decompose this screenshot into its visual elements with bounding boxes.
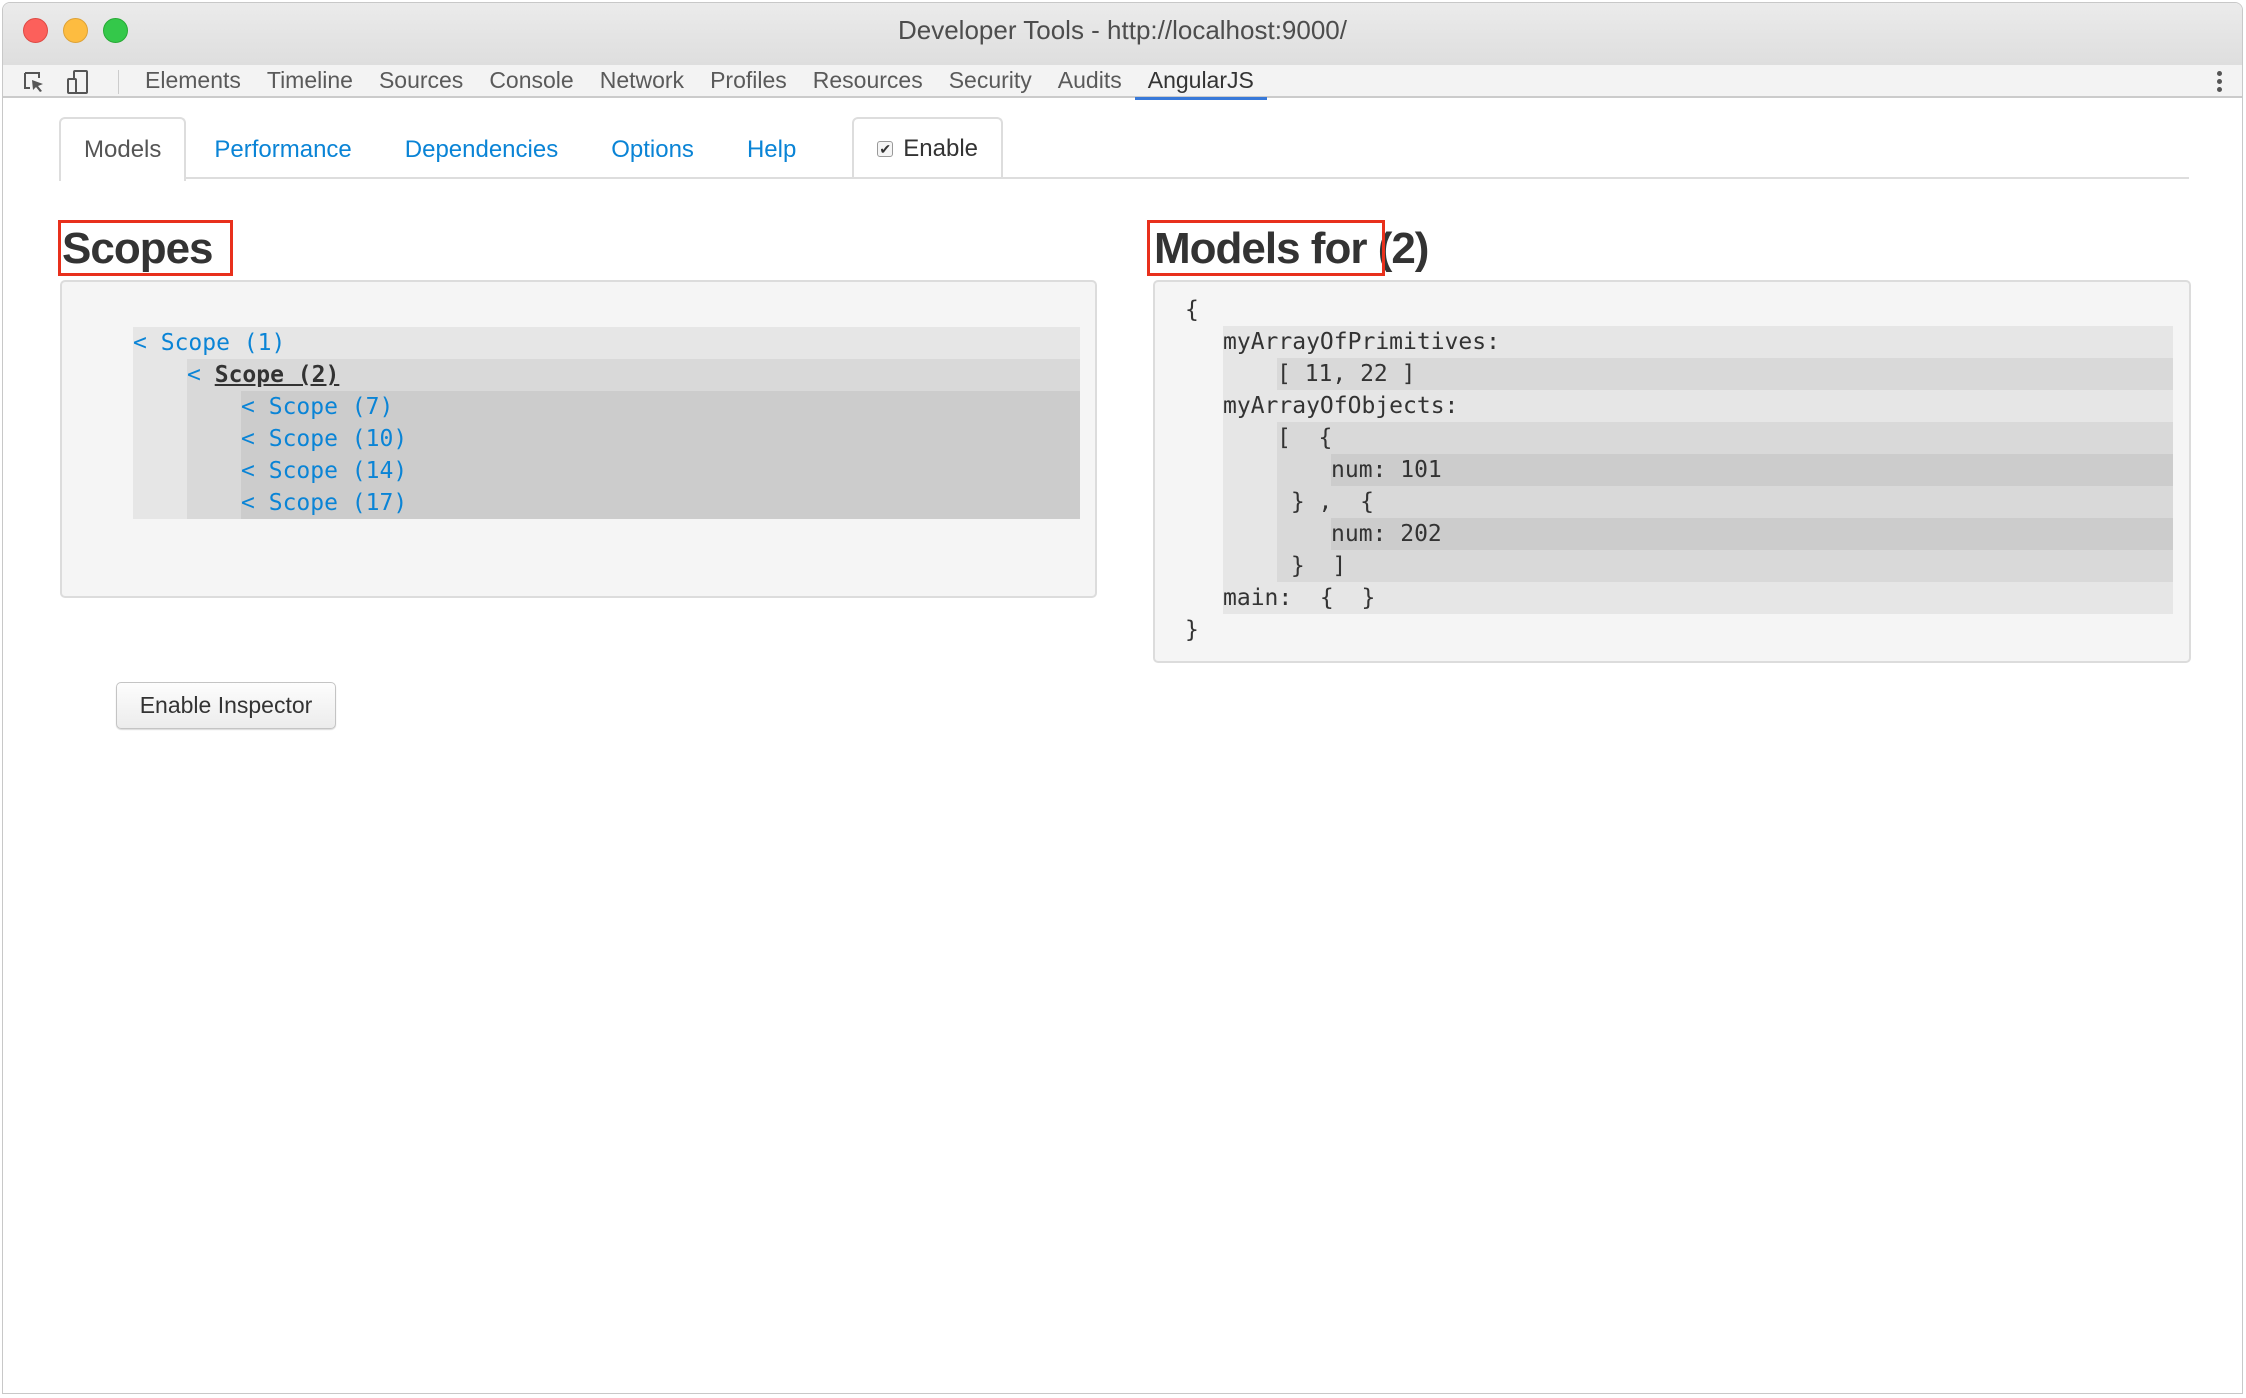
scope-node: < Scope (7) < Scope (10) < Scope (14) < … xyxy=(241,391,1080,519)
collapse-arrow-icon[interactable]: < xyxy=(241,394,255,420)
subtab-help[interactable]: Help xyxy=(722,117,821,179)
scope-link[interactable]: Scope (14) xyxy=(269,458,407,484)
window-title: Developer Tools - http://localhost:9000/ xyxy=(897,15,1347,45)
scope-tree-panel: < Scope (1) < Scope (2) < Scope (7) < Sc… xyxy=(60,280,1097,598)
tab-angularjs[interactable]: AngularJS xyxy=(1134,65,1267,100)
kebab-menu-icon[interactable] xyxy=(2214,69,2224,95)
tab-elements[interactable]: Elements xyxy=(132,65,254,98)
model-line: } xyxy=(1185,617,1199,643)
collapse-arrow-icon[interactable]: < xyxy=(241,458,255,484)
scope-node: < Scope (2) < Scope (7) < Scope (10) < S… xyxy=(187,359,1080,519)
models-heading-scope-id: (2) xyxy=(1377,224,1430,273)
highlight-box xyxy=(58,220,233,276)
enable-toggle[interactable]: ✔ Enable xyxy=(852,117,1004,179)
model-key: myArrayOfPrimitives: xyxy=(1223,329,1500,355)
tab-timeline[interactable]: Timeline xyxy=(254,65,366,98)
model-line: } , { xyxy=(1277,489,1374,515)
model-key: myArrayOfObjects: xyxy=(1223,393,1459,419)
tab-audits[interactable]: Audits xyxy=(1045,65,1135,98)
model-value: num: 101 xyxy=(1331,454,2173,486)
scope-link[interactable]: Scope (17) xyxy=(269,490,407,516)
model-key: main: { } xyxy=(1223,585,1376,611)
model-value: num: 202 xyxy=(1331,518,2173,550)
highlight-box xyxy=(1147,220,1385,276)
panel-tabs: Elements Timeline Sources Console Networ… xyxy=(132,65,1267,100)
collapse-arrow-icon[interactable]: < xyxy=(241,490,255,516)
model-value: [ 11, 22 ] xyxy=(1277,358,2173,390)
inspect-element-icon[interactable] xyxy=(21,69,47,95)
tab-sources[interactable]: Sources xyxy=(366,65,476,98)
scope-row[interactable]: < Scope (2) xyxy=(187,359,1080,391)
devtools-window: Developer Tools - http://localhost:9000/… xyxy=(2,2,2243,1394)
title-bar: Developer Tools - http://localhost:9000/ xyxy=(3,3,2242,65)
model-object-body: myArrayOfPrimitives: [ 11, 22 ] myArrayO… xyxy=(1223,326,2173,614)
angularjs-panel: Models Performance Dependencies Options … xyxy=(3,100,2242,1393)
model-line: [ { xyxy=(1277,425,1333,451)
subtab-models[interactable]: Models xyxy=(59,117,187,181)
scope-row[interactable]: < Scope (1) xyxy=(133,327,1080,359)
enable-inspector-button[interactable]: Enable Inspector xyxy=(116,682,336,729)
subtab-options[interactable]: Options xyxy=(586,117,719,179)
subtab-performance[interactable]: Performance xyxy=(189,117,376,179)
model-array-body: [ { num: 101 } , { num: 202 } ] xyxy=(1277,422,2173,582)
tab-profiles[interactable]: Profiles xyxy=(697,65,800,98)
collapse-arrow-icon[interactable]: < xyxy=(187,362,201,388)
subtab-dependencies[interactable]: Dependencies xyxy=(380,117,583,179)
tab-security[interactable]: Security xyxy=(936,65,1045,98)
tab-resources[interactable]: Resources xyxy=(800,65,936,98)
enable-label: Enable xyxy=(903,135,979,162)
scope-link[interactable]: Scope (10) xyxy=(269,426,407,452)
model-line: } ] xyxy=(1277,553,1347,579)
batarang-tabs: Models Performance Dependencies Options … xyxy=(59,117,2189,181)
enable-checkbox[interactable]: ✔ xyxy=(877,141,894,157)
device-mode-icon[interactable] xyxy=(65,69,91,95)
scope-row[interactable]: < Scope (7) xyxy=(241,391,1080,423)
devtools-toolbar: Elements Timeline Sources Console Networ… xyxy=(3,65,2242,100)
scope-row[interactable]: < Scope (14) xyxy=(241,455,1080,487)
scope-link[interactable]: Scope (7) xyxy=(269,394,394,420)
scope-node: < Scope (1) < Scope (2) < Scope (7) < Sc… xyxy=(133,327,1080,519)
toolbar-separator xyxy=(118,70,119,94)
scope-link-selected[interactable]: Scope (2) xyxy=(215,362,340,388)
scope-link[interactable]: Scope (1) xyxy=(161,330,286,356)
scope-row[interactable]: < Scope (10) xyxy=(241,423,1080,455)
collapse-arrow-icon[interactable]: < xyxy=(241,426,255,452)
model-line: { xyxy=(1185,297,1199,323)
model-viewer-panel: { myArrayOfPrimitives: [ 11, 22 ] myArra… xyxy=(1153,280,2191,663)
scope-row[interactable]: < Scope (17) xyxy=(241,487,1080,519)
collapse-arrow-icon[interactable]: < xyxy=(133,330,147,356)
tab-console[interactable]: Console xyxy=(476,65,586,98)
tab-network[interactable]: Network xyxy=(587,65,697,98)
